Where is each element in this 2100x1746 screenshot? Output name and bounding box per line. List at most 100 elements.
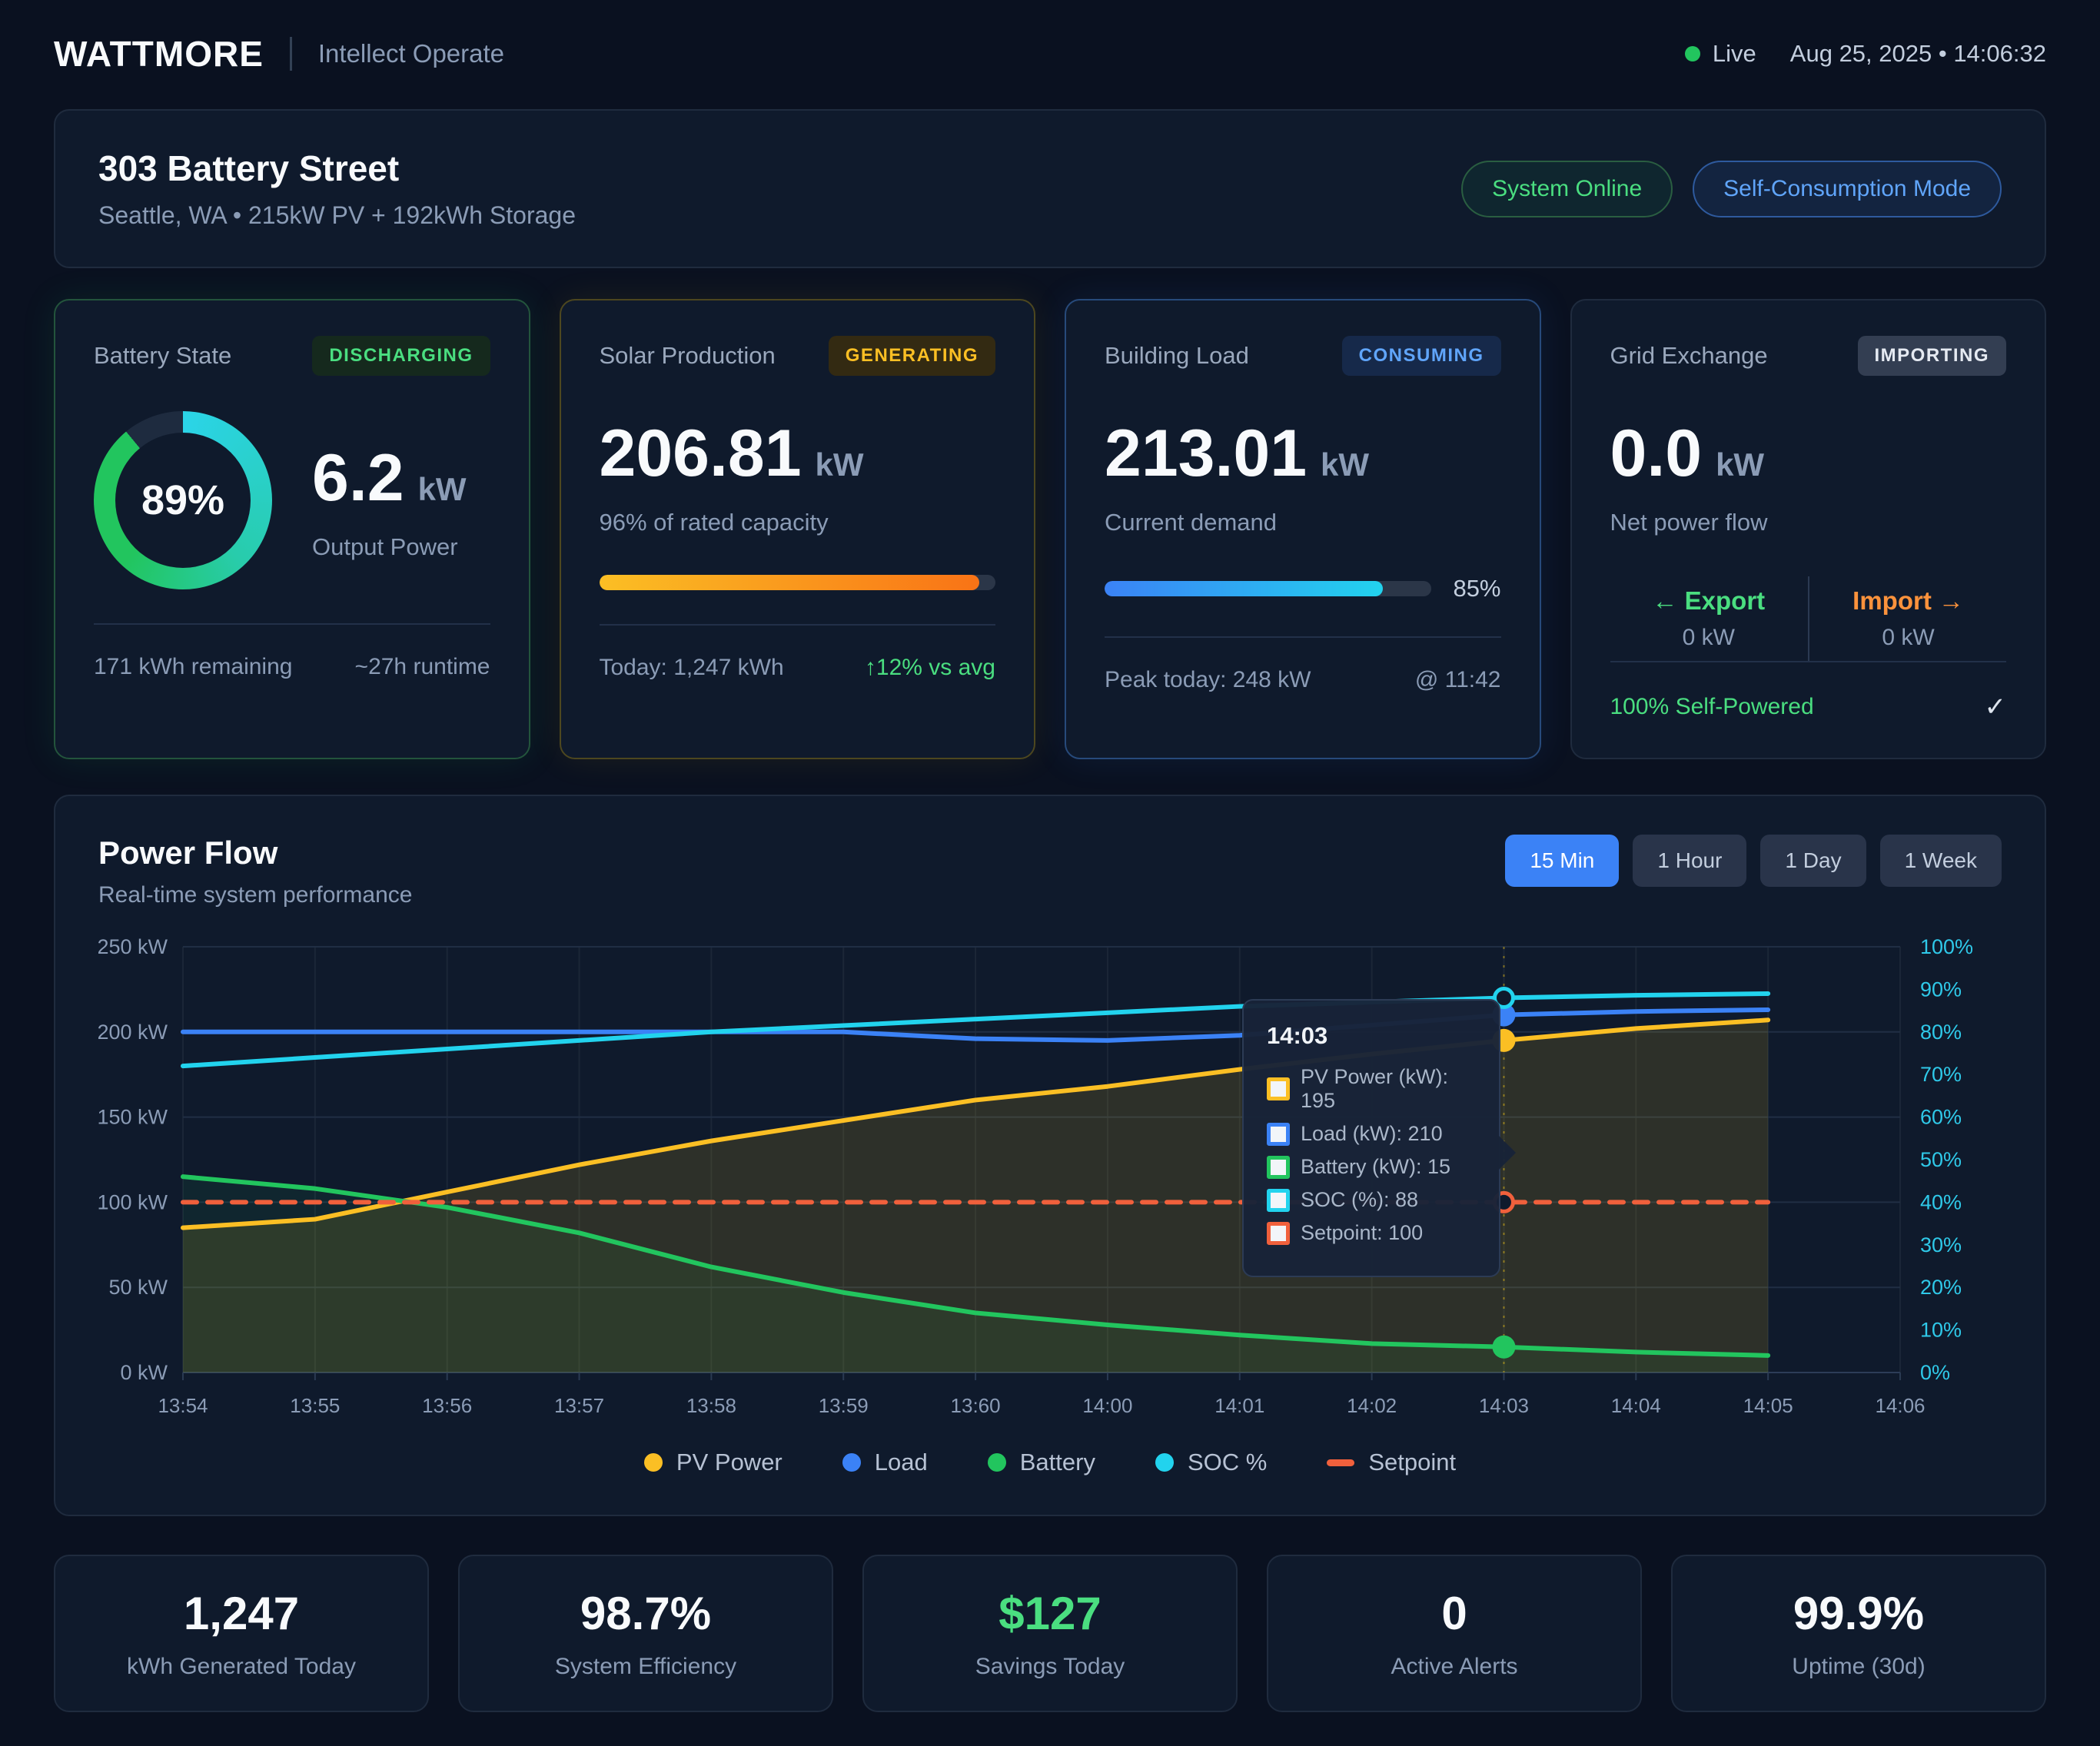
svg-text:10%: 10% [1920, 1319, 1962, 1342]
pv-power-legend-dot-icon [644, 1453, 663, 1472]
battery-status-badge: DISCHARGING [312, 336, 490, 376]
svg-text:14:05: 14:05 [1743, 1394, 1793, 1417]
solar-today-total: Today: 1,247 kWh [600, 655, 784, 681]
battery-output-label: Output Power [312, 533, 467, 561]
stat-system-efficiency: 98.7% System Efficiency [458, 1555, 833, 1712]
solar-card-title: Solar Production [600, 342, 776, 370]
load-peak-time: @ 11:42 [1415, 667, 1501, 693]
svg-text:60%: 60% [1920, 1106, 1962, 1129]
card-divider [1105, 636, 1501, 638]
svg-text:14:03: 14:03 [1479, 1394, 1529, 1417]
metric-cards-row: Battery State DISCHARGING 89% 6.2 kW Out… [54, 299, 2046, 759]
svg-text:100 kW: 100 kW [98, 1190, 168, 1213]
power-flow-chart-svg[interactable]: 0 kW50 kW100 kW150 kW200 kW250 kW0%10%20… [98, 934, 2005, 1434]
range-button-1week[interactable]: 1 Week [1880, 835, 2002, 887]
legend-item-setpoint[interactable]: Setpoint [1327, 1449, 1456, 1476]
stat-uptime: 99.9% Uptime (30d) [1671, 1555, 2046, 1712]
svg-text:50%: 50% [1920, 1148, 1962, 1171]
battery-output-value: 6.2 [312, 440, 404, 516]
legend-item-battery[interactable]: Battery [988, 1449, 1095, 1476]
tooltip-soc: SOC (%): 88 [1301, 1188, 1418, 1212]
stat-active-alerts: 0 Active Alerts [1267, 1555, 1642, 1712]
svg-text:14:00: 14:00 [1082, 1394, 1132, 1417]
card-divider [600, 624, 996, 626]
power-flow-card: Power Flow Real-time system performance … [54, 795, 2046, 1516]
summary-stats-row: 1,247 kWh Generated Today 98.7% System E… [54, 1555, 2046, 1712]
solar-vs-avg: ↑12% vs avg [865, 655, 995, 681]
grid-status-badge: IMPORTING [1858, 336, 2007, 376]
export-import-divider [1808, 576, 1809, 661]
grid-exchange-card: Grid Exchange IMPORTING 0.0 kW Net power… [1570, 299, 2047, 759]
svg-text:13:57: 13:57 [554, 1394, 604, 1417]
tooltip-swatch-setpoint [1267, 1222, 1290, 1245]
svg-text:0 kW: 0 kW [120, 1361, 168, 1384]
svg-text:30%: 30% [1920, 1233, 1962, 1256]
grid-export-value: 0 kW [1652, 625, 1765, 651]
tooltip-setpoint: Setpoint: 100 [1301, 1221, 1423, 1245]
system-online-badge: System Online [1461, 161, 1673, 217]
check-icon: ✓ [1985, 692, 2007, 722]
solar-progress-bar [600, 575, 996, 590]
legend-item-pv-power[interactable]: PV Power [644, 1449, 783, 1476]
time-range-selector: 15 Min 1 Hour 1 Day 1 Week [1505, 835, 2002, 887]
top-bar: WATTMORE Intellect Operate Live Aug 25, … [54, 18, 2046, 89]
load-demand-label: Current demand [1105, 509, 1501, 536]
power-flow-subtitle: Real-time system performance [98, 882, 412, 908]
legend-item-load[interactable]: Load [842, 1449, 928, 1476]
battery-output-unit: kW [418, 471, 467, 508]
building-load-card: Building Load CONSUMING 213.01 kW Curren… [1065, 299, 1541, 759]
load-card-title: Building Load [1105, 342, 1249, 370]
stat-value: 99.9% [1696, 1587, 2022, 1640]
svg-text:13:54: 13:54 [158, 1394, 208, 1417]
range-button-1hour[interactable]: 1 Hour [1633, 835, 1746, 887]
tooltip-swatch-pv [1267, 1077, 1290, 1100]
stat-value: $127 [887, 1587, 1213, 1640]
site-name: 303 Battery Street [98, 148, 576, 189]
load-peak: Peak today: 248 kW [1105, 667, 1311, 693]
solar-status-badge: GENERATING [829, 336, 995, 376]
svg-text:40%: 40% [1920, 1190, 1962, 1213]
stat-label: Uptime (30d) [1696, 1654, 2022, 1680]
svg-text:50 kW: 50 kW [108, 1276, 168, 1299]
grid-export-label: ← Export [1652, 586, 1765, 616]
svg-text:13:56: 13:56 [422, 1394, 472, 1417]
setpoint-legend-dash-icon [1327, 1459, 1354, 1466]
load-progress-label: 85% [1453, 575, 1500, 602]
range-button-15min[interactable]: 15 Min [1505, 835, 1619, 887]
battery-card-title: Battery State [94, 342, 231, 370]
grid-netflow-label: Net power flow [1610, 509, 2007, 536]
grid-card-title: Grid Exchange [1610, 342, 1768, 370]
grid-self-powered: 100% Self-Powered [1610, 694, 1814, 720]
chart-legend: PV Power Load Battery SOC % Setpoint [98, 1449, 2002, 1476]
svg-text:200 kW: 200 kW [98, 1021, 168, 1044]
live-status-icon [1685, 46, 1700, 61]
stat-kwh-generated: 1,247 kWh Generated Today [54, 1555, 429, 1712]
solar-capacity-label: 96% of rated capacity [600, 509, 996, 536]
power-flow-title: Power Flow [98, 835, 412, 871]
site-details: Seattle, WA • 215kW PV + 192kWh Storage [98, 201, 576, 230]
svg-text:150 kW: 150 kW [98, 1106, 168, 1129]
svg-text:20%: 20% [1920, 1276, 1962, 1299]
chart-tooltip: 14:03 PV Power (kW): 195 Load (kW): 210 … [1242, 999, 1500, 1277]
svg-text:70%: 70% [1920, 1063, 1962, 1086]
card-divider [94, 623, 490, 625]
site-card: 303 Battery Street Seattle, WA • 215kW P… [54, 109, 2046, 268]
battery-runtime: ~27h runtime [355, 654, 490, 680]
legend-item-soc[interactable]: SOC % [1155, 1449, 1267, 1476]
brand-logo: WATTMORE [54, 33, 264, 75]
stat-label: Savings Today [887, 1654, 1213, 1680]
self-consumption-mode-badge[interactable]: Self-Consumption Mode [1693, 161, 2002, 217]
live-label: Live [1713, 40, 1756, 68]
load-status-badge: CONSUMING [1342, 336, 1501, 376]
range-button-1day[interactable]: 1 Day [1760, 835, 1866, 887]
svg-text:13:58: 13:58 [686, 1394, 736, 1417]
load-progress-bar [1105, 581, 1431, 596]
brand-divider [290, 37, 292, 71]
tooltip-time: 14:03 [1267, 1022, 1476, 1050]
battery-remaining: 171 kWh remaining [94, 654, 292, 680]
stat-label: System Efficiency [483, 1654, 809, 1680]
stat-label: Active Alerts [1291, 1654, 1617, 1680]
tooltip-swatch-soc [1267, 1189, 1290, 1212]
svg-text:13:55: 13:55 [290, 1394, 340, 1417]
svg-text:14:06: 14:06 [1875, 1394, 1925, 1417]
